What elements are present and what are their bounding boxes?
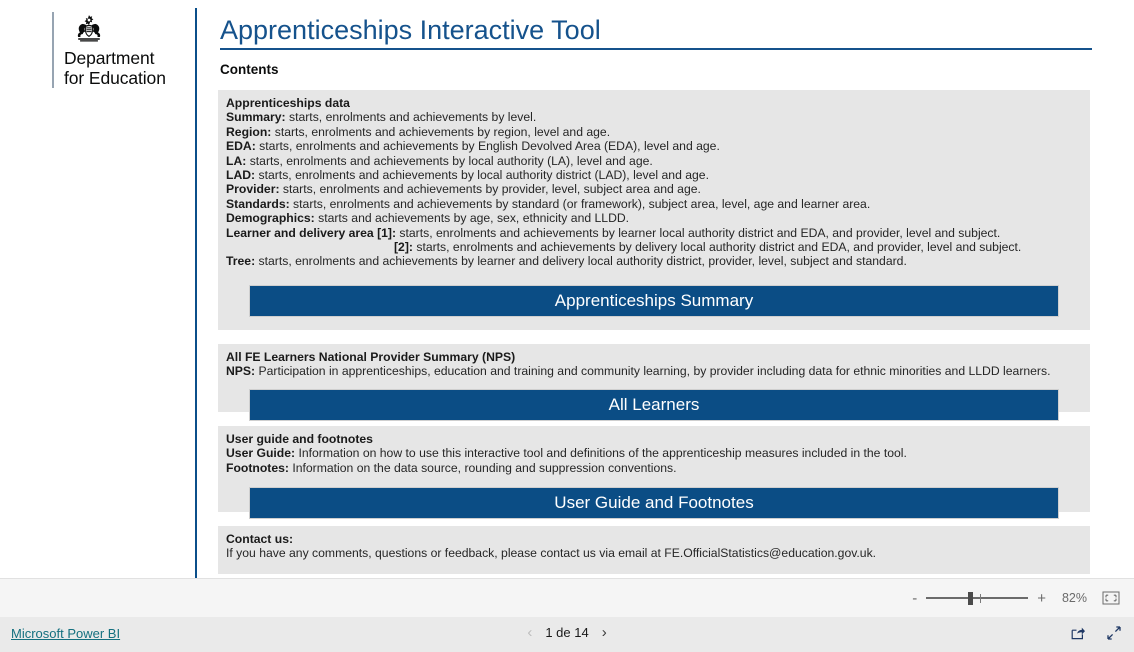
contact-us-body: If you have any comments, questions or f… — [226, 546, 877, 561]
vertical-divider — [195, 8, 197, 578]
page-navigation: ‹ 1 de 14 › — [0, 625, 1134, 640]
report-body: Apprenticeships Interactive Tool Content… — [206, 0, 1134, 578]
zoom-slider[interactable] — [926, 591, 1029, 605]
contents-heading: Contents — [220, 62, 279, 77]
zoom-in-button[interactable]: + — [1037, 591, 1046, 606]
panel-apprenticeships-data: Apprenticeships data Summary: starts, en… — [218, 90, 1090, 330]
contact-us-heading: Contact us: — [226, 532, 294, 546]
apprenticeships-summary-button[interactable]: Apprenticeships Summary — [249, 284, 1059, 317]
list-item: NPS: Participation in apprenticeships, e… — [226, 364, 1051, 379]
list-item: User Guide: Information on how to use th… — [226, 446, 907, 461]
zoom-slider-track — [926, 597, 1029, 599]
zoom-toolbar: - + 82% — [0, 578, 1134, 618]
fullscreen-icon[interactable] — [1106, 625, 1122, 646]
panel-user-guide: User guide and footnotes User Guide: Inf… — [218, 426, 1090, 520]
chevron-left-icon[interactable]: ‹ — [527, 625, 532, 640]
dfe-logo-line2: for Education — [64, 68, 166, 88]
panel-all-fe-learners: All FE Learners National Provider Summar… — [218, 344, 1090, 421]
branding-column: Department for Education — [0, 0, 196, 578]
page-title: Apprenticeships Interactive Tool — [220, 15, 601, 45]
all-fe-text: All FE Learners National Provider Summar… — [218, 344, 1090, 379]
all-learners-button[interactable]: All Learners — [249, 388, 1059, 421]
apprenticeships-data-text: Apprenticeships data Summary: starts, en… — [218, 90, 1090, 269]
list-item: LAD: starts, enrolments and achievements… — [226, 168, 709, 183]
zoom-controls: - + 82% — [912, 579, 1120, 617]
zoom-level-label: 82% — [1061, 591, 1087, 605]
user-guide-footnotes-button[interactable]: User Guide and Footnotes — [249, 487, 1059, 520]
apprenticeships-heading: Apprenticeships data — [226, 96, 350, 110]
list-item: EDA: starts, enrolments and achievements… — [226, 139, 720, 154]
title-underline — [220, 48, 1092, 50]
dfe-logo: Department for Education — [52, 12, 166, 88]
list-item: LA: starts, enrolments and achievements … — [226, 153, 653, 168]
report-canvas: Department for Education Apprenticeships… — [0, 0, 1134, 578]
list-item-indented: [2]: starts, enrolments and achievements… — [394, 240, 1022, 255]
share-icon[interactable] — [1070, 625, 1086, 646]
power-bi-report-viewer: Department for Education Apprenticeships… — [0, 0, 1134, 652]
panel-contact-us: Contact us: If you have any comments, qu… — [218, 526, 1090, 574]
fit-to-page-icon[interactable] — [1102, 591, 1120, 605]
list-item: Tree: starts, enrolments and achievement… — [226, 254, 907, 269]
user-guide-text: User guide and footnotes User Guide: Inf… — [218, 426, 1090, 475]
zoom-out-button[interactable]: - — [912, 591, 917, 606]
royal-crest-icon — [77, 15, 101, 42]
list-item: Provider: starts, enrolments and achieve… — [226, 182, 701, 197]
list-item: Demographics: starts and achievements by… — [226, 211, 630, 226]
zoom-slider-thumb[interactable] — [968, 592, 974, 605]
status-bar-icons — [1070, 625, 1122, 646]
all-fe-heading: All FE Learners National Provider Summar… — [226, 350, 516, 364]
list-item: Standards: starts, enrolments and achiev… — [226, 196, 871, 211]
list-item: Summary: starts, enrolments and achievem… — [226, 110, 537, 125]
status-bar: Microsoft Power BI ‹ 1 de 14 › — [0, 617, 1134, 652]
user-guide-heading: User guide and footnotes — [226, 432, 373, 446]
dfe-logo-line1: Department — [64, 48, 155, 68]
contact-us-text: Contact us: If you have any comments, qu… — [218, 526, 1090, 561]
list-item: Footnotes: Information on the data sourc… — [226, 460, 677, 475]
page-indicator: 1 de 14 — [545, 625, 589, 640]
list-item: Region: starts, enrolments and achieveme… — [226, 124, 611, 139]
list-item: Learner and delivery area [1]: starts, e… — [226, 225, 1001, 240]
chevron-right-icon[interactable]: › — [602, 625, 607, 640]
zoom-slider-tick — [980, 594, 982, 603]
